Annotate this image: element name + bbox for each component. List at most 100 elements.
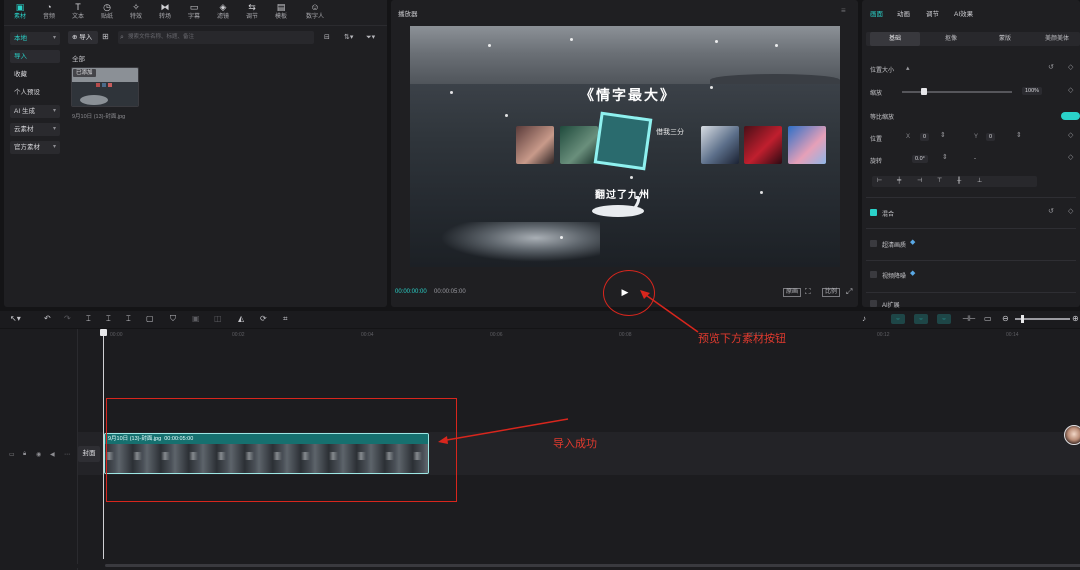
scale-value[interactable]: 100% [1022, 87, 1043, 95]
sidebar-item-cloud[interactable]: 云素材 ▾ [10, 123, 60, 136]
tab-text[interactable]: T 文本 [64, 2, 92, 24]
filter-funnel-icon[interactable]: ⏷▾ [366, 32, 375, 43]
caption-icon[interactable]: ▭ [984, 313, 992, 325]
redo-icon[interactable]: ↷ [64, 313, 71, 325]
undo-icon[interactable]: ↶ [44, 313, 51, 325]
sticker-icon: ◷ [103, 2, 111, 12]
microphone-icon[interactable]: ♪ [862, 313, 866, 325]
video-preview[interactable]: 《情字最大》 借我三分 翻过了九州 [410, 26, 840, 267]
keyframe-icon[interactable]: ◇ [1068, 63, 1073, 71]
scale-slider-handle[interactable] [921, 88, 927, 95]
super-res-checkbox[interactable] [870, 240, 877, 247]
align-left-icon[interactable]: ⊢ [877, 176, 882, 187]
freeze-icon[interactable]: ▣ [192, 313, 200, 325]
align-center-h-icon[interactable]: ╪ [897, 176, 901, 187]
menu-icon[interactable]: ≡ [841, 6, 846, 15]
mirror-icon[interactable]: ◭ [238, 313, 244, 325]
playhead-handle[interactable] [100, 329, 107, 336]
denoise-checkbox[interactable] [870, 271, 877, 278]
aspect-ratio-button[interactable]: 比例 [822, 288, 841, 297]
stepper-icon[interactable]: ⇕ [1016, 131, 1022, 139]
timeline-scrollbar-thumb[interactable] [105, 564, 1080, 567]
stepper-icon[interactable]: ⇕ [940, 131, 946, 139]
tab-effects[interactable]: ✧ 特效 [122, 2, 150, 24]
tab-filter[interactable]: ◈ 滤镜 [209, 2, 237, 24]
original-quality-button[interactable]: 原画 [783, 288, 802, 297]
uniform-scale-toggle[interactable] [1061, 112, 1080, 120]
sort-icon[interactable]: ⇅▾ [344, 32, 353, 43]
pos-y-input[interactable]: 0 [986, 133, 996, 141]
delete-icon[interactable]: ▢ [146, 313, 154, 325]
align-top-icon[interactable]: ⊤ [937, 176, 942, 187]
scale-slider-track[interactable] [902, 91, 1012, 93]
tab-picture[interactable]: 画面 [870, 8, 883, 18]
tab-adjust[interactable]: ⇆ 调节 [238, 2, 266, 24]
sidebar-item-official[interactable]: 官方素材 ▾ [10, 141, 60, 154]
chevron-down-icon[interactable]: ▴ [906, 64, 910, 72]
zoom-out-icon[interactable]: ⊖ [1002, 313, 1009, 325]
fit-screen-icon[interactable]: ⛶ [805, 287, 811, 297]
track-toggle-icon[interactable]: ▭ [9, 451, 15, 458]
shield-icon[interactable]: ⛉ [170, 313, 176, 325]
blend-checkbox[interactable] [870, 209, 877, 216]
tab-media[interactable]: ▣ 素材 [6, 2, 34, 24]
lock-icon[interactable]: 🔒︎ [23, 451, 26, 458]
rotate-icon[interactable]: ⟳ [260, 313, 267, 325]
linkage-icon[interactable]: ⇔ [937, 314, 951, 324]
reset-icon[interactable]: ↺ [1048, 207, 1054, 215]
split-icon[interactable]: ⌶ [86, 313, 91, 325]
tab-template[interactable]: ▤ 模板 [267, 2, 295, 24]
tab-adjust-props[interactable]: 调节 [926, 8, 939, 18]
subtab-beauty[interactable]: 美颜美体 [1032, 32, 1080, 46]
import-button[interactable]: ⊕ 导入 [68, 31, 98, 44]
subtab-basic[interactable]: 基础 [870, 32, 920, 46]
tab-transition[interactable]: ⧓ 转场 [151, 2, 179, 24]
auto-snap-icon[interactable]: ⇔ [914, 314, 928, 324]
sidebar-item-favorites[interactable]: 收藏 [10, 68, 60, 81]
align-right-icon[interactable]: ⊣ [917, 176, 922, 187]
ai-expand-checkbox[interactable] [870, 300, 877, 307]
avatar[interactable] [1064, 425, 1080, 445]
tab-audio[interactable]: ◔ 音频 [35, 2, 63, 24]
keyframe-icon[interactable]: ◇ [1068, 153, 1073, 161]
tab-subtitle[interactable]: ▭ 字幕 [180, 2, 208, 24]
keyframe-icon[interactable]: ◇ [1068, 207, 1073, 215]
subtab-mask[interactable]: 蒙版 [980, 32, 1030, 46]
sidebar-item-ai-generate[interactable]: AI 生成 ▾ [10, 105, 60, 118]
keyframe-icon[interactable]: ◇ [1068, 131, 1073, 139]
cover-button[interactable]: 封面 [78, 446, 100, 462]
grid-view-icon[interactable]: ⊞ [102, 32, 112, 42]
speaker-icon[interactable]: ◀︎ [50, 451, 55, 458]
search-input[interactable]: ⌕ 搜索文件名称、标题、备注 [118, 31, 314, 44]
fullscreen-icon[interactable]: ⤢ [846, 287, 852, 297]
stepper-icon[interactable]: ⇕ [942, 153, 948, 161]
sidebar-item-local[interactable]: 本地 ▾ [10, 32, 60, 45]
main-track-magnet-icon[interactable]: ⇔ [891, 314, 905, 324]
eye-icon[interactable]: ◉ [36, 451, 41, 458]
select-cursor-icon[interactable]: ↖▾ [10, 313, 21, 325]
playhead-line[interactable] [103, 329, 104, 559]
rotate-input[interactable]: 0.0° [912, 155, 928, 163]
pos-x-input[interactable]: 0 [920, 133, 930, 141]
preview-axis-icon[interactable]: ⊣⊢ [962, 313, 976, 325]
layout-icon[interactable]: ⊟ [324, 32, 330, 43]
sidebar-item-import[interactable]: 导入 [10, 50, 60, 63]
keyframe-icon[interactable]: ◇ [1068, 86, 1073, 94]
more-icon[interactable]: ⋯ [64, 451, 70, 458]
reset-icon[interactable]: ↺ [1048, 63, 1054, 71]
tab-ai-effects[interactable]: AI效果 [954, 8, 973, 18]
zoom-in-icon[interactable]: ⊕ [1072, 313, 1079, 325]
reverse-icon[interactable]: ◫ [214, 313, 222, 325]
timeline-zoom-handle[interactable] [1021, 315, 1024, 323]
align-bottom-icon[interactable]: ⊥ [977, 176, 982, 187]
split-right-icon[interactable]: ⌶ [126, 313, 131, 325]
tab-sticker[interactable]: ◷ 贴纸 [93, 2, 121, 24]
sidebar-item-presets[interactable]: 个人预设 [10, 86, 60, 99]
tab-digital-human[interactable]: ☺ 数字人 [298, 2, 332, 24]
subtab-cutout[interactable]: 抠像 [926, 32, 976, 46]
crop-icon[interactable]: ⌗ [283, 313, 288, 325]
split-left-icon[interactable]: ⌶ [106, 313, 111, 325]
timeline-ruler[interactable]: 00:00 00:02 00:04 00:06 00:08 00:10 00:1… [78, 329, 1080, 341]
align-center-v-icon[interactable]: ╫ [957, 176, 961, 187]
tab-animation[interactable]: 动画 [897, 8, 910, 18]
